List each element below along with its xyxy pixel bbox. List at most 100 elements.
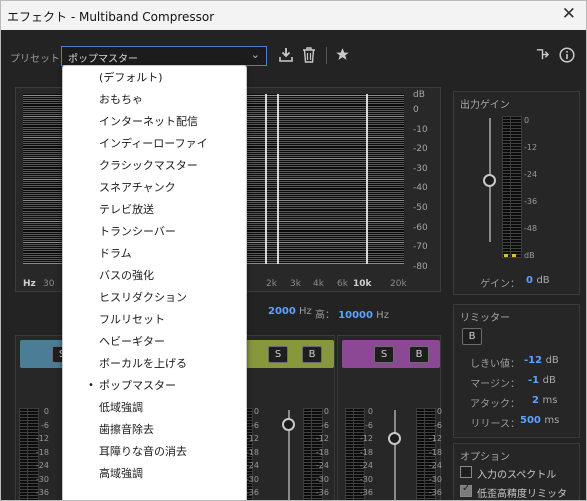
release-field[interactable]: 500 ms [520, 415, 559, 426]
preset-option[interactable]: • ポップマスター [63, 375, 246, 397]
band-scale-label: -36 [359, 488, 373, 497]
band-slider-track[interactable] [394, 410, 396, 500]
selected-bullet-icon: • [88, 380, 94, 391]
threshold-field[interactable]: -12 dB [524, 355, 559, 366]
meter-tick [511, 152, 521, 153]
routing-icon[interactable] [535, 47, 550, 66]
crossover-mid-value: 2000 [268, 306, 296, 317]
crossover-line[interactable] [366, 94, 368, 264]
crossover-line[interactable] [265, 94, 267, 264]
close-icon[interactable]: ✕ [562, 5, 576, 23]
trash-icon[interactable] [302, 47, 316, 67]
meter-tick [511, 119, 521, 120]
preset-option[interactable]: クラシックマスター [63, 155, 246, 177]
window-title: エフェクト - Multiband Compressor [7, 10, 215, 24]
preset-option[interactable]: バスの強化 [63, 265, 246, 287]
band-scale-label: -30 [428, 474, 442, 484]
release-label: リリース： [470, 419, 521, 430]
gain-scale-label: dB [524, 251, 535, 260]
meter-tick [511, 212, 521, 213]
meter-tick [511, 176, 521, 177]
crossover-high-value: 10000 [338, 310, 373, 321]
crossover-line[interactable] [277, 94, 279, 264]
band-3-solo-button[interactable]: S [374, 346, 394, 363]
band-3-bypass-button[interactable]: B [409, 346, 429, 363]
meter-tick [425, 498, 435, 499]
meter-tick [511, 137, 521, 138]
band-scale-label: -36 [35, 488, 49, 497]
crossover-mid[interactable]: 2000 Hz [268, 306, 312, 317]
meter-tick [511, 242, 521, 243]
gain-value-field[interactable]: 0 dB [526, 275, 550, 286]
preset-option[interactable]: インターネット配信 [63, 111, 246, 133]
preset-option[interactable]: テレビ放送 [63, 199, 246, 221]
meter-tick [425, 459, 435, 460]
output-meter-right [510, 116, 522, 258]
preset-option-label: インディーローファイ [99, 137, 208, 150]
star-icon[interactable] [335, 47, 350, 66]
band-scale-label: 0 [323, 407, 329, 416]
input-spectrum-checkbox[interactable] [460, 466, 472, 478]
preset-option[interactable]: トランシーバー [63, 221, 246, 243]
meter-tick [511, 125, 521, 126]
preset-option[interactable]: インディーローファイ [63, 133, 246, 155]
db-tick-label: -30 [413, 163, 428, 174]
preset-option-label: フルリセット [99, 313, 165, 326]
attack-value: 2 [532, 395, 539, 406]
gain-scale-label: 0 [524, 116, 530, 125]
high-precision-limiter-checkbox[interactable] [460, 483, 472, 497]
db-tick-label: -10 [413, 124, 428, 135]
download-icon[interactable] [278, 47, 294, 67]
preset-option[interactable]: フルリセット [63, 309, 246, 331]
preset-option-label: スネアチャンク [99, 181, 176, 194]
attack-field[interactable]: 2 ms [532, 395, 557, 406]
meter-tick [511, 215, 521, 216]
options-panel: オプション 入力のスペクトル 低歪高精度リミッタ [453, 443, 580, 500]
meter-tick [312, 444, 322, 445]
band-slider-knob[interactable] [282, 418, 295, 431]
info-icon[interactable] [559, 47, 575, 67]
release-unit: ms [544, 415, 560, 426]
band-2-solo-button[interactable]: S [268, 346, 288, 363]
preset-option[interactable]: 耳障りな音の消去 [63, 441, 246, 463]
preset-option[interactable]: ヒスリダクション [63, 287, 246, 309]
meter-tick [511, 248, 521, 249]
meter-tick [511, 158, 521, 159]
hz-tick-label: 3k [290, 279, 301, 289]
preset-option[interactable]: 低域強調 [63, 397, 246, 419]
gain-value: 0 [526, 275, 533, 286]
preset-option[interactable]: 歯擦音除去 [63, 419, 246, 441]
margin-field[interactable]: -1 dB [528, 375, 556, 386]
band-2-bypass-button[interactable]: B [302, 346, 322, 363]
title-bar: エフェクト - Multiband Compressor ✕ [1, 1, 586, 30]
preset-option[interactable]: スネアチャンク [63, 177, 246, 199]
preset-dropdown[interactable]: ポップマスター ⌄ [61, 46, 267, 66]
preset-option[interactable]: (デフォルト) [63, 67, 246, 89]
preset-option[interactable]: おもちゃ [63, 89, 246, 111]
margin-unit: dB [542, 375, 556, 386]
meter-tick [354, 432, 364, 433]
meter-tick [511, 182, 521, 183]
preset-option[interactable]: 高域強調 [63, 463, 246, 485]
preset-option[interactable]: ドラム [63, 243, 246, 265]
meter-tick [354, 444, 364, 445]
band-slider-knob[interactable] [388, 432, 401, 445]
preset-option[interactable]: ボーカルを上げる [63, 353, 246, 375]
hz-tick-label: 2k [266, 279, 277, 289]
output-gain-slider-knob[interactable] [483, 174, 496, 187]
meter-tick [511, 191, 521, 192]
crossover-high-label: 高： [315, 310, 335, 321]
meter-tick [511, 128, 521, 129]
chevron-down-icon: ⌄ [250, 48, 260, 61]
band-scale-label: -12 [428, 434, 442, 443]
meter-tick [511, 167, 521, 168]
meter-tick [511, 134, 521, 135]
band-scale-label: -24 [315, 461, 329, 470]
crossover-high[interactable]: 高： 10000 Hz [315, 306, 389, 321]
threshold-label: しきい値： [470, 359, 520, 370]
limiter-bypass-button[interactable]: B [462, 328, 482, 345]
meter-tick [511, 188, 521, 189]
preset-option[interactable]: ヘビーギター [63, 331, 246, 353]
meter-tick [511, 146, 521, 147]
margin-value: -1 [528, 375, 540, 386]
